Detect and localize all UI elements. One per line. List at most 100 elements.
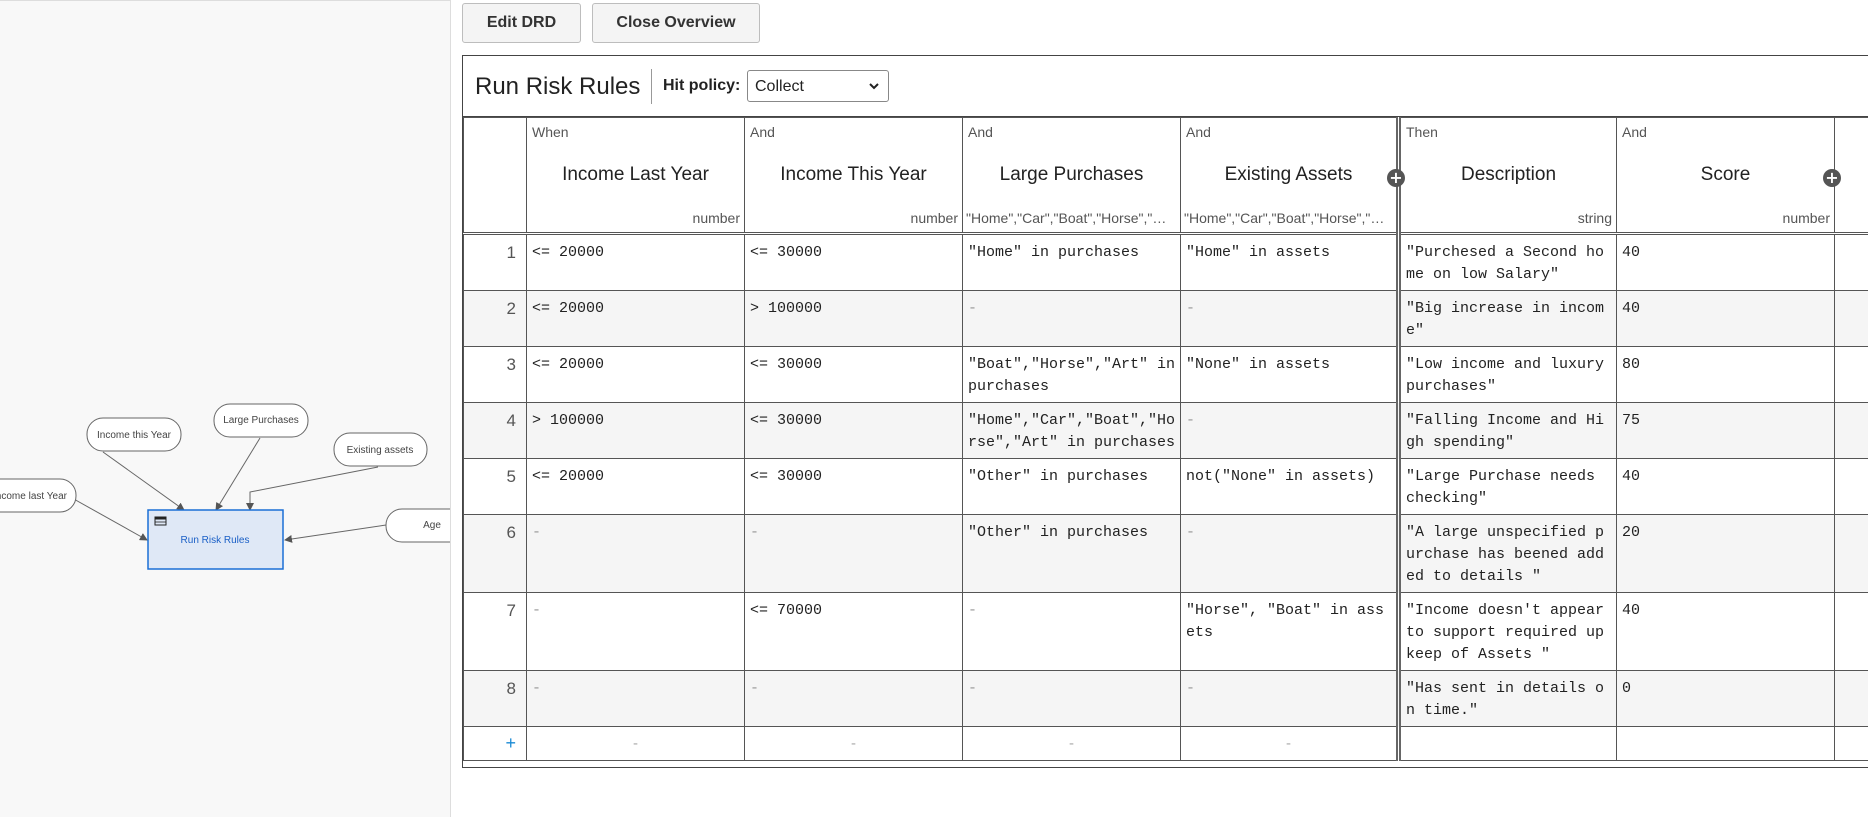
rule-number[interactable]: 7: [464, 593, 527, 671]
output-entry-cell[interactable]: "Purchesed a Second home on low Salary": [1399, 234, 1617, 291]
input-entry-cell[interactable]: -: [1181, 671, 1399, 727]
node-large-purchases[interactable]: Large Purchases: [214, 404, 308, 437]
output-entry-cell[interactable]: 40: [1617, 291, 1835, 347]
column-type: number: [693, 210, 740, 226]
input-column-header[interactable]: When Income Last Year number: [527, 118, 745, 234]
input-entry-cell[interactable]: -: [1181, 403, 1399, 459]
rule-number[interactable]: 6: [464, 515, 527, 593]
input-column-header[interactable]: And Large Purchases "Home","Car","Boat",…: [963, 118, 1181, 234]
input-entry-cell[interactable]: -: [745, 671, 963, 727]
rule-number[interactable]: 4: [464, 403, 527, 459]
node-label: Income last Year: [0, 491, 68, 502]
input-entry-cell[interactable]: "Horse", "Boat" in assets: [1181, 593, 1399, 671]
rule-number[interactable]: 2: [464, 291, 527, 347]
input-entry-cell[interactable]: <= 20000: [527, 291, 745, 347]
cell-text: > 100000: [527, 403, 744, 436]
output-entry-cell[interactable]: 75: [1617, 403, 1835, 459]
output-column-header[interactable]: Then Description string: [1399, 118, 1617, 234]
output-entry-cell[interactable]: "Has sent in details on time.": [1399, 671, 1617, 727]
input-column-header[interactable]: And Existing Assets "Home","Car","Boat",…: [1181, 118, 1399, 234]
output-entry-cell[interactable]: "Income doesn't appear to support requir…: [1399, 593, 1617, 671]
input-entry-cell[interactable]: "Other" in purchases: [963, 515, 1181, 593]
input-entry-cell[interactable]: <= 30000: [745, 459, 963, 515]
rule-number[interactable]: 5: [464, 459, 527, 515]
input-entry-cell[interactable]: "Boat","Horse","Art" in purchases: [963, 347, 1181, 403]
output-entry-cell[interactable]: 40: [1617, 593, 1835, 671]
output-entry-cell[interactable]: 80: [1617, 347, 1835, 403]
column-name: Existing Assets: [1181, 164, 1396, 186]
input-entry-cell[interactable]: <= 20000: [527, 347, 745, 403]
output-entry-cell[interactable]: 20: [1617, 515, 1835, 593]
input-entry-cell[interactable]: <= 20000: [527, 459, 745, 515]
input-entry-cell[interactable]: -: [527, 515, 745, 593]
cell-text: -: [1181, 291, 1396, 324]
hit-policy-select[interactable]: Collect: [747, 70, 889, 102]
column-keyword: And: [750, 124, 775, 140]
add-rule-placeholder[interactable]: -: [745, 727, 963, 761]
annotation-cell[interactable]: [1835, 593, 1868, 671]
add-rule-row: + - - - -: [464, 727, 1868, 761]
rule-number[interactable]: 3: [464, 347, 527, 403]
annotation-cell[interactable]: [1835, 347, 1868, 403]
annotation-cell[interactable]: [1835, 403, 1868, 459]
cell-text: -: [963, 593, 1180, 626]
input-entry-cell[interactable]: <= 70000: [745, 593, 963, 671]
input-entry-cell[interactable]: -: [745, 515, 963, 593]
node-run-risk-rules[interactable]: Run Risk Rules: [148, 510, 283, 569]
input-entry-cell[interactable]: -: [527, 671, 745, 727]
output-entry-cell[interactable]: "Big increase in income": [1399, 291, 1617, 347]
decision-title-bar: Run Risk Rules Hit policy: Collect: [463, 56, 1868, 117]
add-rule-output-cell[interactable]: [1399, 727, 1617, 761]
node-income-this-year[interactable]: Income this Year: [87, 418, 181, 451]
output-entry-cell[interactable]: 40: [1617, 234, 1835, 291]
input-entry-cell[interactable]: "Home" in assets: [1181, 234, 1399, 291]
node-income-last-year[interactable]: Income last Year: [0, 479, 76, 512]
node-age[interactable]: Age: [386, 509, 450, 542]
input-entry-cell[interactable]: -: [963, 593, 1181, 671]
annotation-cell[interactable]: [1835, 291, 1868, 347]
input-entry-cell[interactable]: -: [527, 593, 745, 671]
add-rule-placeholder[interactable]: -: [1181, 727, 1399, 761]
annotation-cell[interactable]: [1835, 459, 1868, 515]
annotation-cell[interactable]: [1835, 515, 1868, 593]
add-input-column-button[interactable]: +: [1387, 169, 1405, 187]
output-column-header[interactable]: And Score number: [1617, 118, 1835, 234]
output-entry-cell[interactable]: "Large Purchase needs checking": [1399, 459, 1617, 515]
output-entry-cell[interactable]: "A large unspecified purchase has beened…: [1399, 515, 1617, 593]
edit-drd-button[interactable]: Edit DRD: [462, 3, 581, 43]
input-entry-cell[interactable]: "Home","Car","Boat","Horse","Art" in pur…: [963, 403, 1181, 459]
input-column-header[interactable]: And Income This Year number: [745, 118, 963, 234]
node-existing-assets[interactable]: Existing assets: [334, 433, 427, 466]
annotation-cell[interactable]: [1835, 234, 1868, 291]
add-rule-placeholder[interactable]: -: [963, 727, 1181, 761]
input-entry-cell[interactable]: <= 30000: [745, 403, 963, 459]
close-overview-button[interactable]: Close Overview: [592, 3, 760, 43]
input-entry-cell[interactable]: -: [1181, 515, 1399, 593]
output-entry-cell[interactable]: 40: [1617, 459, 1835, 515]
node-label: Existing assets: [347, 445, 414, 456]
input-entry-cell[interactable]: -: [1181, 291, 1399, 347]
output-entry-cell[interactable]: "Low income and luxury purchases": [1399, 347, 1617, 403]
output-entry-cell[interactable]: 0: [1617, 671, 1835, 727]
input-entry-cell[interactable]: <= 30000: [745, 234, 963, 291]
add-rule-button[interactable]: +: [464, 727, 527, 761]
input-entry-cell[interactable]: -: [963, 291, 1181, 347]
input-entry-cell[interactable]: <= 30000: [745, 347, 963, 403]
input-entry-cell[interactable]: > 100000: [745, 291, 963, 347]
input-entry-cell[interactable]: "Other" in purchases: [963, 459, 1181, 515]
rule-number[interactable]: 1: [464, 234, 527, 291]
input-entry-cell[interactable]: <= 20000: [527, 234, 745, 291]
rule-number[interactable]: 8: [464, 671, 527, 727]
input-entry-cell[interactable]: "Home" in purchases: [963, 234, 1181, 291]
add-output-column-button[interactable]: +: [1823, 169, 1841, 187]
output-entry-cell[interactable]: "Falling Income and High spending": [1399, 403, 1617, 459]
input-entry-cell[interactable]: "None" in assets: [1181, 347, 1399, 403]
column-keyword: And: [1622, 124, 1647, 140]
add-rule-placeholder[interactable]: -: [527, 727, 745, 761]
input-entry-cell[interactable]: not("None" in assets): [1181, 459, 1399, 515]
annotation-cell[interactable]: [1835, 671, 1868, 727]
add-rule-output-cell[interactable]: [1617, 727, 1835, 761]
input-entry-cell[interactable]: -: [963, 671, 1181, 727]
decision-title[interactable]: Run Risk Rules: [475, 73, 640, 101]
input-entry-cell[interactable]: > 100000: [527, 403, 745, 459]
